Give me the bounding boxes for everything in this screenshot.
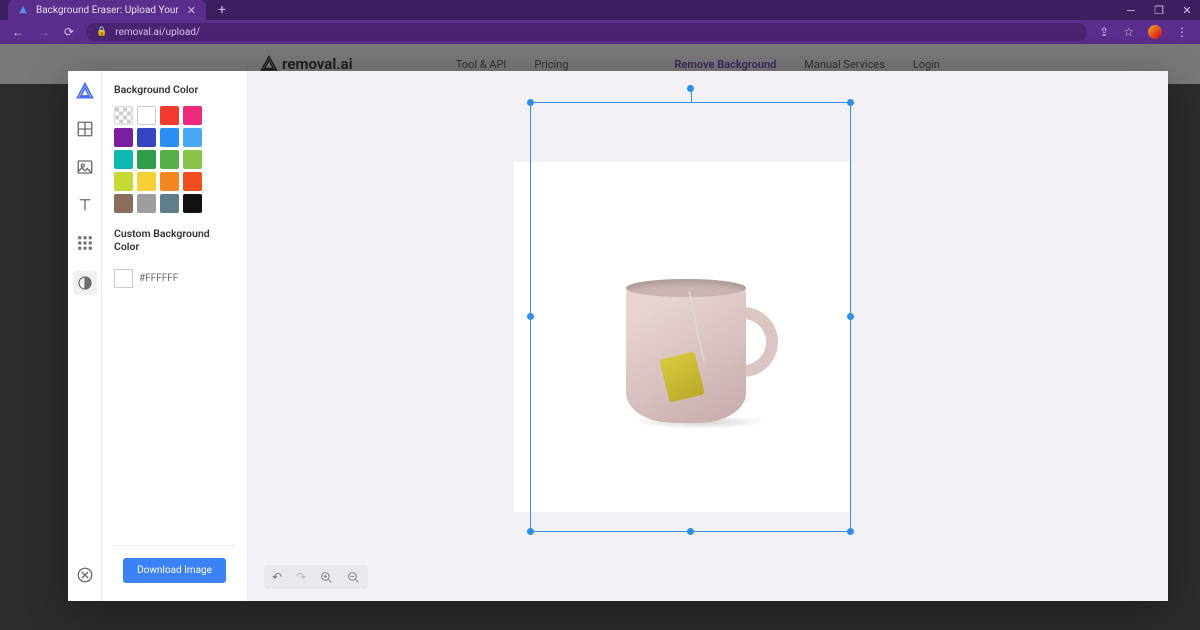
swatch[interactable] bbox=[183, 106, 202, 125]
swatch[interactable] bbox=[160, 194, 179, 213]
swatch[interactable] bbox=[160, 106, 179, 125]
resize-handle[interactable] bbox=[687, 528, 694, 535]
swatch[interactable] bbox=[137, 128, 156, 147]
options-panel: Background Color Custom Background Color bbox=[102, 71, 248, 601]
site-favicon bbox=[18, 5, 28, 15]
swatch[interactable] bbox=[114, 150, 133, 169]
resize-handle[interactable] bbox=[847, 99, 854, 106]
swatch[interactable] bbox=[137, 150, 156, 169]
lock-icon: 🔒 bbox=[96, 27, 107, 37]
tab-close-icon[interactable]: ✕ bbox=[187, 4, 196, 17]
tab-title: Background Eraser: Upload Your bbox=[36, 5, 179, 16]
hex-value: #FFFFFF bbox=[139, 273, 178, 284]
download-button[interactable]: Download Image bbox=[123, 558, 226, 583]
nav-back-icon[interactable]: ← bbox=[12, 25, 24, 39]
resize-handle[interactable] bbox=[847, 313, 854, 320]
resize-handle[interactable] bbox=[527, 528, 534, 535]
redo-icon[interactable]: ↷ bbox=[296, 570, 306, 584]
share-icon[interactable]: ⇪ bbox=[1099, 25, 1109, 39]
swatch[interactable] bbox=[183, 172, 202, 191]
canvas[interactable]: ↶ ↷ bbox=[248, 71, 1168, 601]
nav-forward-icon[interactable]: → bbox=[38, 25, 50, 39]
resize-handle[interactable] bbox=[527, 313, 534, 320]
resize-handle[interactable] bbox=[847, 528, 854, 535]
swatch[interactable] bbox=[183, 194, 202, 213]
bookmark-icon[interactable]: ☆ bbox=[1123, 25, 1134, 39]
selection-box[interactable] bbox=[530, 102, 851, 532]
rotate-handle[interactable] bbox=[687, 85, 694, 92]
swatch[interactable] bbox=[137, 172, 156, 191]
swatch[interactable] bbox=[137, 194, 156, 213]
browser-tab[interactable]: Background Eraser: Upload Your ✕ bbox=[8, 0, 206, 20]
tool-rail bbox=[68, 71, 102, 601]
address-bar[interactable]: 🔒 removal.ai/upload/ bbox=[86, 23, 1087, 41]
swatch[interactable] bbox=[114, 172, 133, 191]
section-title: Background Color bbox=[114, 83, 235, 96]
swatch[interactable] bbox=[137, 106, 156, 125]
swatch[interactable] bbox=[114, 128, 133, 147]
section-title: Custom Background Color bbox=[114, 227, 235, 253]
tool-image-icon[interactable] bbox=[75, 157, 95, 177]
tool-pattern-icon[interactable] bbox=[75, 233, 95, 253]
zoom-in-icon[interactable] bbox=[320, 571, 333, 584]
window-close-icon[interactable]: ✕ bbox=[1182, 5, 1192, 15]
profile-avatar[interactable] bbox=[1148, 25, 1162, 39]
window-minimize-icon[interactable]: ─ bbox=[1126, 5, 1136, 15]
swatch-grid bbox=[114, 106, 235, 213]
tool-logo[interactable] bbox=[75, 81, 95, 101]
window-maximize-icon[interactable]: ❐ bbox=[1154, 5, 1164, 15]
nav-reload-icon[interactable]: ⟳ bbox=[64, 25, 74, 39]
zoom-out-icon[interactable] bbox=[347, 571, 360, 584]
swatch[interactable] bbox=[183, 150, 202, 169]
canvas-toolbar: ↶ ↷ bbox=[264, 565, 368, 589]
editor-modal: Background Color Custom Background Color bbox=[68, 71, 1168, 601]
custom-color-picker[interactable] bbox=[114, 269, 133, 288]
swatch[interactable] bbox=[114, 194, 133, 213]
swatch[interactable] bbox=[160, 128, 179, 147]
resize-handle[interactable] bbox=[527, 99, 534, 106]
swatch[interactable] bbox=[160, 172, 179, 191]
swatch[interactable] bbox=[160, 150, 179, 169]
swatch[interactable] bbox=[183, 128, 202, 147]
tool-layout-icon[interactable] bbox=[75, 119, 95, 139]
new-tab-button[interactable]: + bbox=[212, 0, 232, 20]
swatch-transparent[interactable] bbox=[114, 106, 133, 125]
url-text: removal.ai/upload/ bbox=[115, 27, 200, 38]
tool-contrast-icon[interactable] bbox=[73, 271, 97, 295]
close-editor-icon[interactable] bbox=[75, 565, 95, 585]
browser-menu-icon[interactable]: ⋮ bbox=[1176, 25, 1188, 39]
undo-icon[interactable]: ↶ bbox=[272, 570, 282, 584]
tool-text-icon[interactable] bbox=[75, 195, 95, 215]
